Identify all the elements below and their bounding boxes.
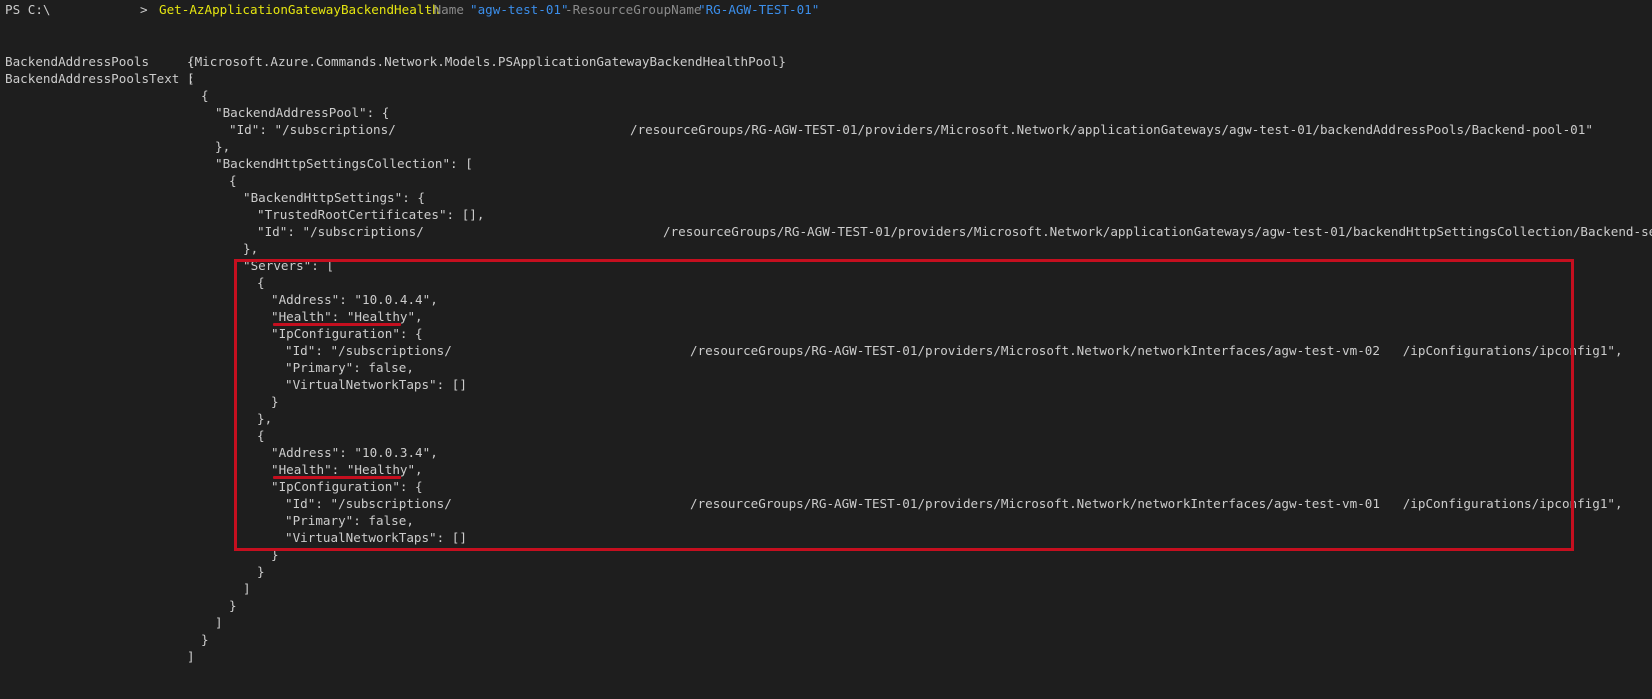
json-line: } <box>257 564 265 579</box>
resourcegroup-value: "RG-AGW-TEST-01" <box>698 2 820 17</box>
server-1-id-prefix: "Id": "/subscriptions/ <box>285 343 452 358</box>
json-line: "Primary": false, <box>285 513 414 528</box>
json-line: "Address": "10.0.3.4", <box>0 444 438 461</box>
bap-id-prefix: "Id": "/subscriptions/ <box>229 122 396 137</box>
json-line: }, <box>257 411 273 426</box>
server-1-address: "Address": "10.0.4.4", <box>271 292 438 307</box>
json-line: "Address": "10.0.4.4", <box>0 291 438 308</box>
bap-id-path: /resourceGroups/RG-AGW-TEST-01/providers… <box>630 122 1593 137</box>
poolstext-open: [ <box>187 71 195 86</box>
server-2-id-path: /resourceGroups/RG-AGW-TEST-01/providers… <box>690 496 1623 511</box>
json-line: "TrustedRootCertificates": [], <box>257 207 485 222</box>
json-line: "VirtualNetworkTaps": [] <box>285 530 467 545</box>
json-line: { <box>229 173 237 188</box>
json-line: ] <box>215 615 223 630</box>
json-line: "BackendHttpSettingsCollection": [ <box>215 156 473 171</box>
cmdlet-name: Get-AzApplicationGatewayBackendHealth <box>159 2 440 17</box>
json-line: "IpConfiguration": { <box>271 479 423 494</box>
json-line: "BackendAddressPool": { <box>215 105 390 120</box>
prompt-ps: PS C:\ <box>5 2 51 17</box>
json-line: "Id": "/subscriptions/ /resourceGroups/R… <box>0 223 1652 240</box>
pools-value: {Microsoft.Azure.Commands.Network.Models… <box>187 54 786 69</box>
name-value: "agw-test-01" <box>470 2 569 17</box>
server-2-health: "Health": "Healthy", <box>271 462 423 477</box>
json-line: } <box>229 598 237 613</box>
json-line: { <box>201 88 209 103</box>
powershell-terminal[interactable]: PS C:\ > Get-AzApplicationGatewayBackend… <box>0 0 1652 673</box>
json-line: "Health": "Healthy", <box>0 461 423 478</box>
json-line: "Id": "/subscriptions/ /resourceGroups/R… <box>0 342 1623 359</box>
json-line: "Id": "/subscriptions/ /resourceGroups/R… <box>0 495 1623 512</box>
json-line: { <box>257 275 265 290</box>
json-line: "Id": "/subscriptions/ /resourceGroups/R… <box>0 121 1593 138</box>
prompt-line: PS C:\ > Get-AzApplicationGatewayBackend… <box>0 1 819 18</box>
resourcegroup-parameter: -ResourceGroupName <box>565 2 702 17</box>
json-line: } <box>271 394 279 409</box>
server-2-address: "Address": "10.0.3.4", <box>271 445 438 460</box>
json-line: "VirtualNetworkTaps": [] <box>285 377 467 392</box>
json-line: ] <box>187 649 195 664</box>
json-line: "Health": "Healthy", <box>0 308 423 325</box>
pools-key: BackendAddressPools : <box>5 54 195 69</box>
json-line: } <box>201 632 209 647</box>
json-line: { <box>257 428 265 443</box>
json-line: "IpConfiguration": { <box>271 326 423 341</box>
json-line: ] <box>243 581 251 596</box>
server-1-health: "Health": "Healthy", <box>271 309 423 324</box>
servers-key: "Servers": [ <box>243 258 334 273</box>
prompt-gt: > <box>140 2 148 17</box>
output-line-poolstext: BackendAddressPoolsText : [ <box>0 70 195 87</box>
server-1-id-path: /resourceGroups/RG-AGW-TEST-01/providers… <box>690 343 1623 358</box>
json-line: "BackendHttpSettings": { <box>243 190 425 205</box>
json-line: "Primary": false, <box>285 360 414 375</box>
server-2-id-prefix: "Id": "/subscriptions/ <box>285 496 452 511</box>
json-line: "Servers": [ <box>0 257 334 274</box>
bhs-id-prefix: "Id": "/subscriptions/ <box>257 224 424 239</box>
json-line: } <box>271 547 279 562</box>
name-parameter: -Name <box>426 2 464 17</box>
json-line: }, <box>243 241 259 256</box>
poolstext-key: BackendAddressPoolsText : <box>5 71 195 86</box>
json-line: }, <box>215 139 231 154</box>
output-line-pools: BackendAddressPools : {Microsoft.Azure.C… <box>0 53 786 70</box>
bhs-id-path: /resourceGroups/RG-AGW-TEST-01/providers… <box>663 224 1652 239</box>
